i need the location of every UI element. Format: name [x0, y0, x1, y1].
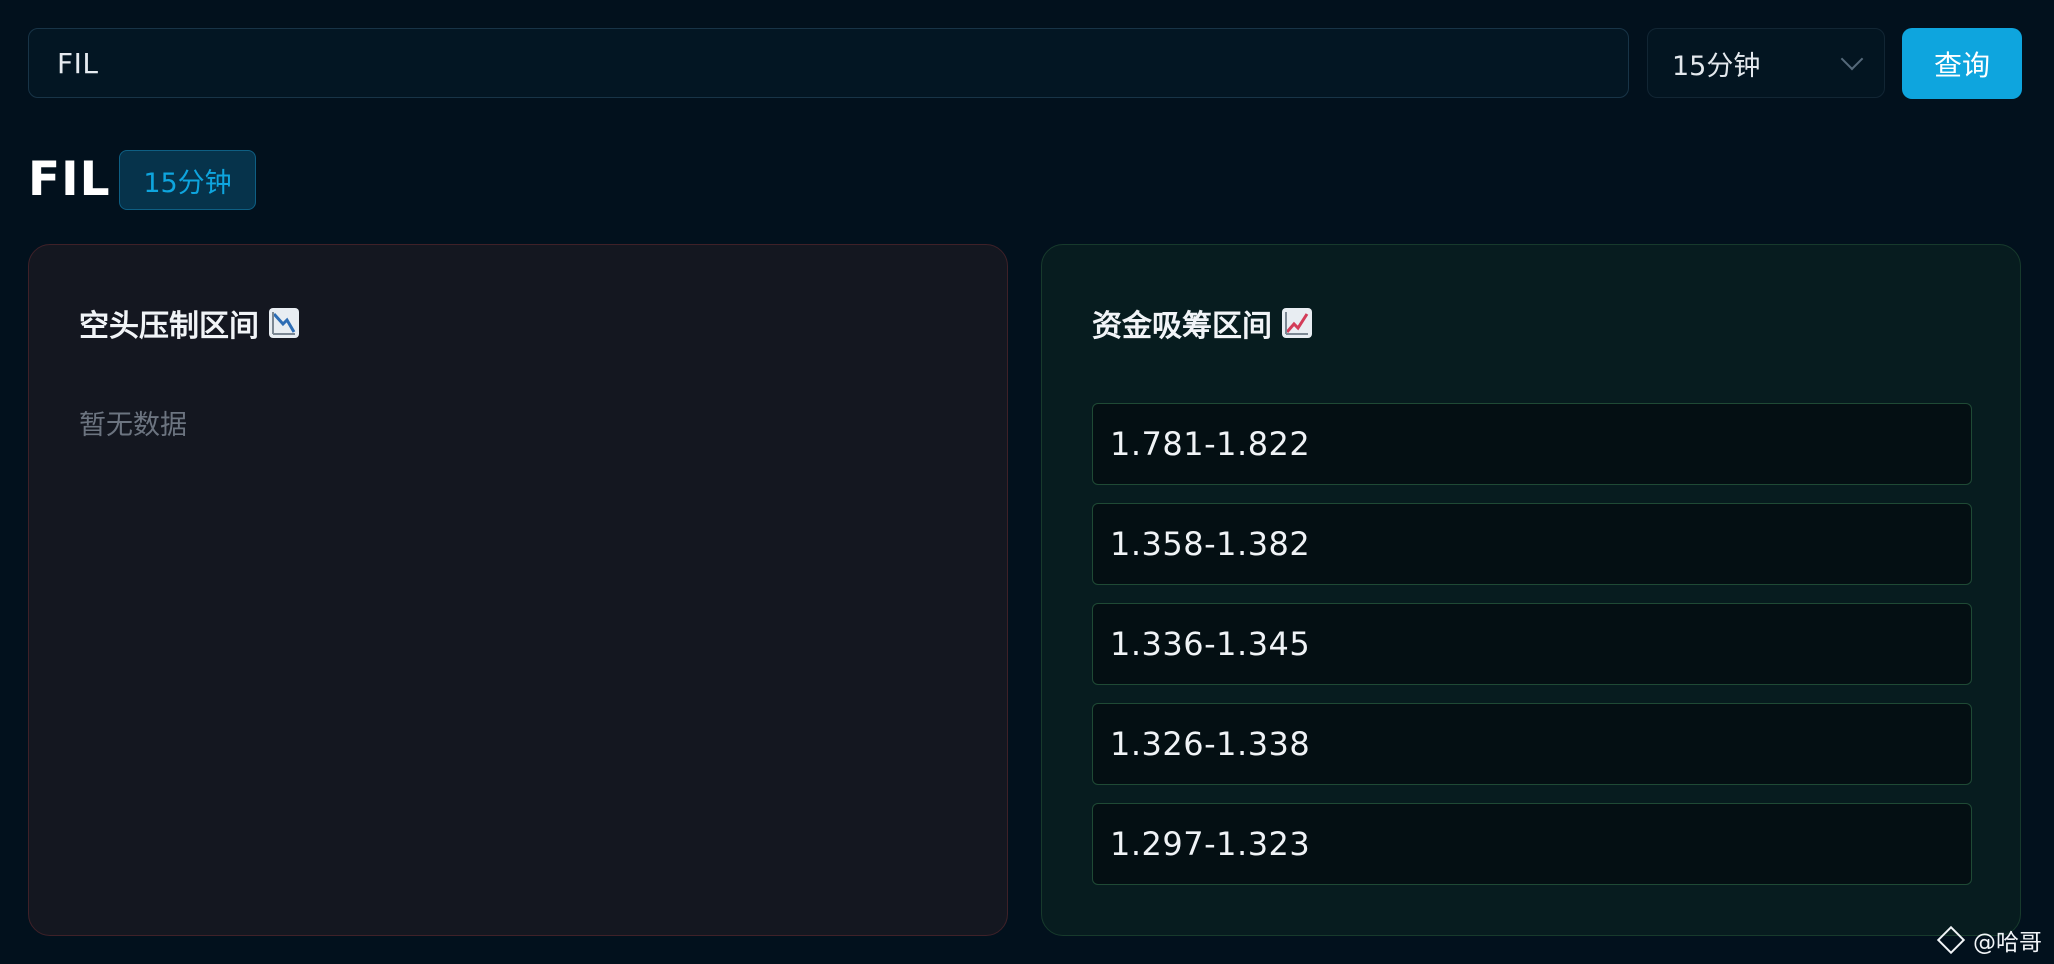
- chevron-down-icon: [1840, 47, 1864, 71]
- interval-select-value: 15分钟: [1672, 50, 1761, 82]
- interval-badge: 15分钟: [119, 150, 256, 210]
- accumulation-range-item: 1.358-1.382: [1092, 503, 1972, 585]
- chart-increasing-icon: [1282, 308, 1312, 338]
- chart-decreasing-icon: [269, 308, 299, 338]
- accumulation-range-item: 1.297-1.323: [1092, 803, 1972, 885]
- accumulation-range-item: 1.781-1.822: [1092, 403, 1972, 485]
- accumulation-range-item: 1.336-1.345: [1092, 603, 1972, 685]
- bearish-empty-state: 暂无数据: [79, 410, 187, 441]
- interval-select[interactable]: 15分钟: [1647, 28, 1885, 98]
- accumulation-panel-title-text: 资金吸筹区间: [1092, 309, 1272, 344]
- watermark: @哈哥: [1936, 923, 2042, 957]
- symbol-search-input[interactable]: [55, 45, 1602, 81]
- watermark-text: @哈哥: [1973, 930, 2042, 956]
- bearish-pressure-panel: 空头压制区间 暂无数据: [28, 244, 1008, 936]
- accumulation-range-item: 1.326-1.338: [1092, 703, 1972, 785]
- accumulation-panel-title: 资金吸筹区间: [1092, 301, 1312, 345]
- query-button[interactable]: 查询: [1902, 28, 2022, 99]
- bearish-panel-title: 空头压制区间: [79, 301, 299, 345]
- diamond-logo-icon: [1936, 925, 1966, 955]
- search-bar[interactable]: [28, 28, 1629, 98]
- symbol-title: FIL: [28, 152, 111, 207]
- accumulation-range-list: 1.781-1.822 1.358-1.382 1.336-1.345 1.32…: [1092, 403, 1972, 903]
- accumulation-panel: 资金吸筹区间 1.781-1.822 1.358-1.382 1.336-1.3…: [1041, 244, 2021, 936]
- bearish-panel-title-text: 空头压制区间: [79, 309, 259, 344]
